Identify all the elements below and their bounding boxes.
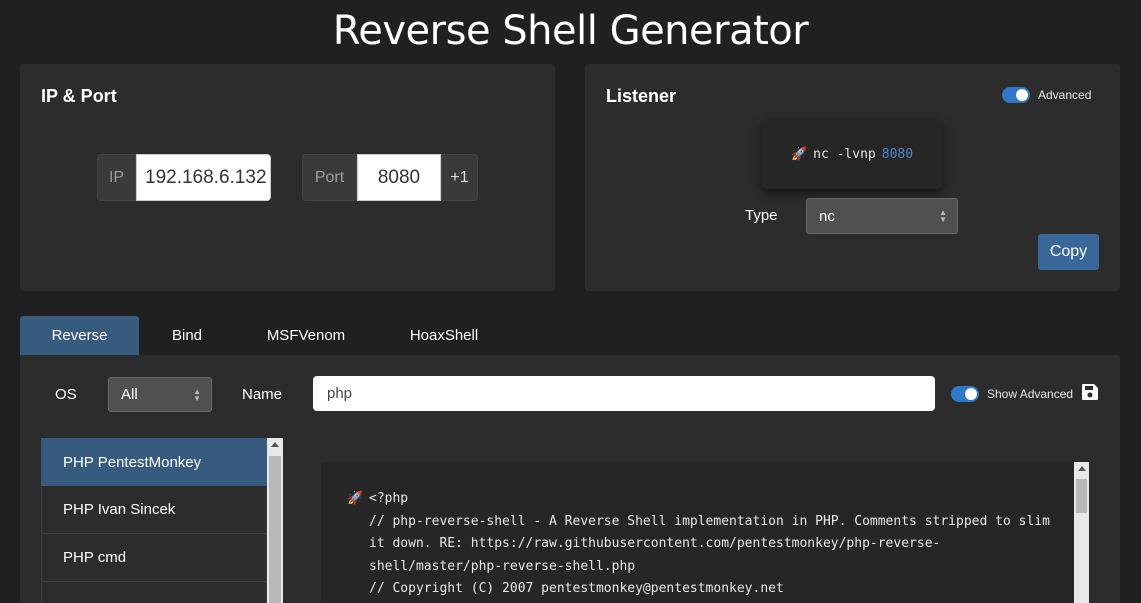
tab-bind[interactable]: Bind [145,316,229,355]
select-arrows-icon: ▲ ▼ [939,208,947,224]
ip-input[interactable]: 192.168.6.132 [136,154,271,201]
shell-list: PHP PentestMonkey PHP Ivan Sincek PHP cm… [41,438,267,603]
port-label: Port [302,154,357,201]
code-line: // Copyright (C) 2007 pentestmonkey@pent… [369,581,784,596]
ip-port-card: IP & Port IP 192.168.6.132 Port 8080 +1 [20,64,555,291]
code-line: // php-reverse-shell - A Reverse Shell i… [369,513,1058,574]
listener-type-select[interactable]: nc ▲ ▼ [806,198,958,234]
listener-title: Listener [606,86,677,106]
shell-list-scrollbar[interactable] [267,438,283,603]
ip-port-title: IP & Port [41,86,117,106]
scrollbar-thumb[interactable] [269,456,281,603]
select-arrows-icon: ▲ ▼ [193,386,201,403]
rocket-icon: 🚀 [347,491,364,506]
list-item[interactable]: PHP PentestMonkey [41,438,267,486]
listener-command-text: nc -lvnp [813,147,876,162]
copy-button[interactable]: Copy [1038,234,1099,270]
port-input-group: Port 8080 +1 [302,154,478,201]
name-label: Name [242,386,283,403]
port-increment-button[interactable]: +1 [441,154,478,201]
scrollbar-thumb[interactable] [1076,479,1087,513]
code-scrollbar[interactable] [1074,462,1089,603]
ip-label: IP [97,154,136,201]
rocket-icon: 🚀 [790,147,808,162]
page-title: Reverse Shell Generator [332,8,809,54]
show-advanced-toggle[interactable] [951,386,979,402]
list-item[interactable] [41,582,267,603]
scroll-up-icon[interactable] [1078,466,1086,471]
os-select-value: All [121,386,138,403]
ip-input-group: IP 192.168.6.132 [97,154,271,201]
tab-msfvenom[interactable]: MSFVenom [235,316,377,355]
os-label: OS [55,386,77,403]
listener-command: 🚀 nc -lvnp 8080 [762,120,942,189]
listener-type-value: nc [819,207,835,225]
port-input[interactable]: 8080 [357,154,441,201]
list-item[interactable]: PHP Ivan Sincek [41,486,267,534]
scroll-up-icon[interactable] [271,442,279,447]
os-select[interactable]: All ▲ ▼ [108,377,212,412]
show-advanced-label: Show Advanced [987,387,1074,401]
list-item[interactable]: PHP cmd [41,534,267,582]
name-search-input[interactable]: php [313,376,935,411]
tab-reverse[interactable]: Reverse [20,316,139,355]
tab-hoaxshell[interactable]: HoaxShell [383,316,505,355]
advanced-toggle[interactable] [1002,87,1030,103]
advanced-label: Advanced [1038,88,1092,102]
save-icon[interactable] [1081,383,1099,401]
listener-card: Listener Advanced 🚀 nc -lvnp 8080 Type n… [585,64,1120,291]
listener-command-port: 8080 [881,147,914,162]
code-line: <?php [369,491,409,506]
shell-panel: OS All ▲ ▼ Name php Show Advanced PHP Pen… [20,355,1120,603]
type-label: Type [745,207,778,224]
code-output[interactable]: 🚀 <?php // php-reverse-shell - A Reverse… [321,462,1074,603]
